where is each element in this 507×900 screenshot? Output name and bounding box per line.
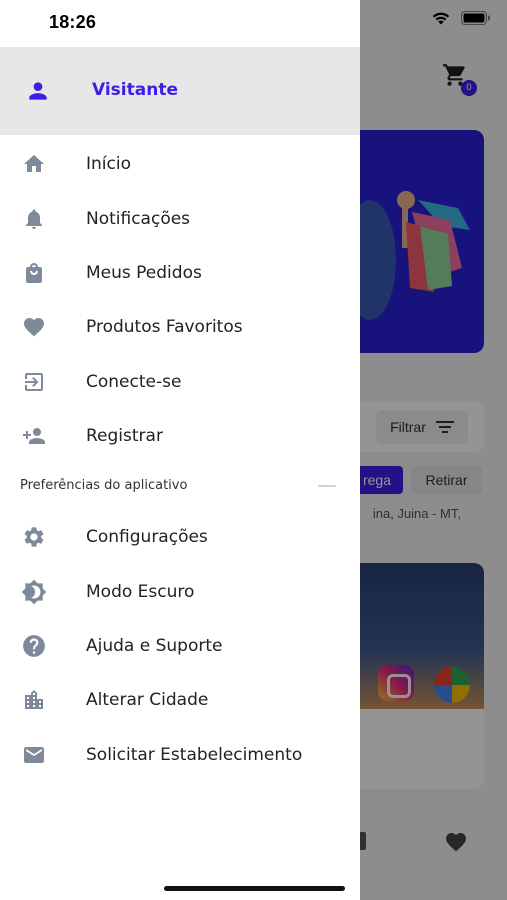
login-icon (21, 369, 47, 395)
preferences-section-header[interactable]: Preferências do aplicativo (0, 466, 360, 506)
menu-item-meus-pedidos[interactable]: Meus Pedidos (0, 246, 360, 300)
menu-item-label: Solicitar Estabelecimento (86, 744, 303, 765)
home-indicator[interactable] (164, 886, 345, 891)
bell-icon (21, 206, 47, 232)
menu-item-solicitar-estabelecimento[interactable]: Solicitar Estabelecimento (0, 728, 360, 782)
city-icon (21, 687, 47, 713)
menu-item-alterar-cidade[interactable]: Alterar Cidade (0, 673, 360, 727)
navigation-drawer: 18:26 Visitante Início Notificações Meus… (0, 0, 360, 900)
menu-item-modo-escuro[interactable]: Modo Escuro (0, 564, 360, 618)
menu-item-ajuda-suporte[interactable]: Ajuda e Suporte (0, 619, 360, 673)
main-menu: Início Notificações Meus Pedidos Produto… (0, 137, 360, 463)
menu-item-label: Ajuda e Suporte (86, 635, 223, 656)
menu-item-produtos-favoritos[interactable]: Produtos Favoritos (0, 300, 360, 354)
menu-item-notificacoes[interactable]: Notificações (0, 191, 360, 245)
collapse-icon[interactable] (318, 485, 336, 487)
status-bar: 18:26 (0, 0, 360, 47)
menu-item-label: Meus Pedidos (86, 262, 202, 283)
menu-item-label: Notificações (86, 208, 191, 229)
mail-icon (21, 742, 47, 768)
menu-item-label: Modo Escuro (86, 581, 195, 602)
menu-item-label: Alterar Cidade (86, 690, 209, 711)
menu-item-registrar[interactable]: Registrar (0, 409, 360, 463)
menu-item-inicio[interactable]: Início (0, 137, 360, 191)
home-icon (21, 151, 47, 177)
status-time: 18:26 (49, 12, 97, 32)
user-header[interactable]: Visitante (0, 47, 360, 135)
gear-icon (21, 524, 47, 550)
menu-item-label: Conecte-se (86, 371, 182, 392)
brightness-icon (21, 579, 47, 605)
heart-icon (21, 314, 47, 340)
section-title: Preferências do aplicativo (20, 478, 188, 493)
add-person-icon (21, 423, 47, 449)
menu-item-label: Configurações (86, 527, 208, 548)
menu-item-label: Registrar (86, 426, 163, 447)
menu-item-label: Início (86, 154, 131, 175)
menu-item-label: Produtos Favoritos (86, 317, 243, 338)
help-icon (21, 633, 47, 659)
user-name: Visitante (92, 80, 178, 100)
person-icon (29, 82, 47, 100)
menu-item-configuracoes[interactable]: Configurações (0, 510, 360, 564)
shopping-bag-icon (21, 260, 47, 286)
menu-item-conecte-se[interactable]: Conecte-se (0, 355, 360, 409)
preferences-menu: Configurações Modo Escuro Ajuda e Suport… (0, 510, 360, 782)
